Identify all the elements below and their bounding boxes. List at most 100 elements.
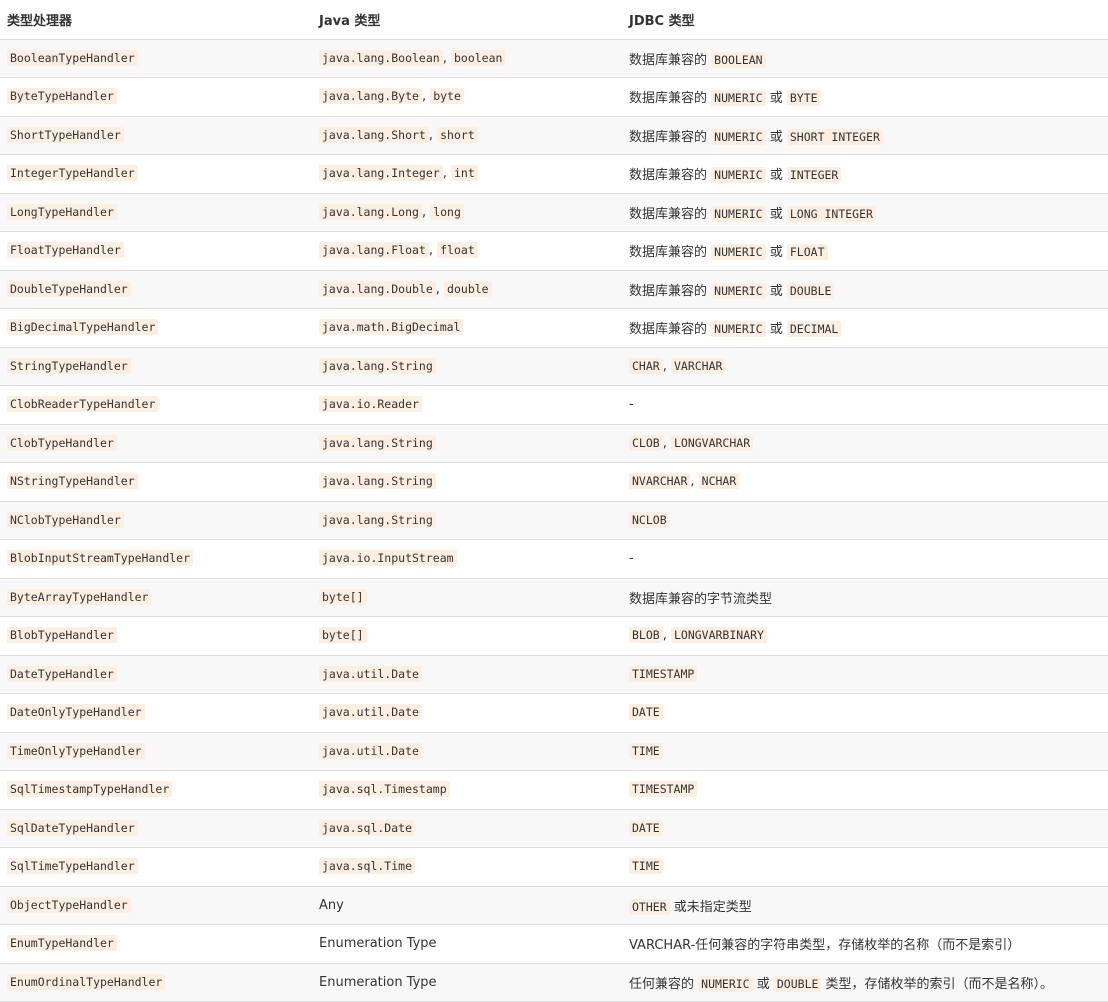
type-text: 或 xyxy=(765,168,787,184)
cell-type-handler: EnumTypeHandler xyxy=(0,924,311,964)
type-code: INTEGER xyxy=(786,167,842,184)
type-code: DATE xyxy=(629,704,663,721)
type-code: java.lang.String xyxy=(319,473,436,490)
type-text: 数据库兼容的 xyxy=(629,52,712,68)
type-text: 或未指定类型 xyxy=(669,899,752,915)
type-code: java.lang.Float xyxy=(319,242,429,259)
cell-java-type: java.io.InputStream xyxy=(311,539,621,579)
type-code: java.math.BigDecimal xyxy=(319,319,464,336)
cell-type-handler: BlobTypeHandler xyxy=(0,616,311,656)
table-row: ByteArrayTypeHandler byte[] 数据库兼容的字节流类型 xyxy=(0,578,1108,617)
cell-java-type: java.lang.String xyxy=(311,347,621,386)
cell-type-handler: IntegerTypeHandler xyxy=(0,154,311,194)
cell-jdbc-type: TIMESTAMP xyxy=(621,655,1108,694)
cell-java-type: java.lang.Double, double xyxy=(311,270,621,309)
cell-jdbc-type: 数据库兼容的 NUMERIC 或 DOUBLE xyxy=(621,270,1108,309)
type-text: - xyxy=(629,551,634,567)
cell-jdbc-type: 数据库兼容的字节流类型 xyxy=(621,578,1108,617)
type-code: BLOB xyxy=(629,627,663,644)
cell-type-handler: DateTypeHandler xyxy=(0,655,311,694)
type-code: LONGVARBINARY xyxy=(670,627,767,644)
type-code: CHAR xyxy=(629,357,663,374)
table-row: IntegerTypeHandler java.lang.Integer, int… xyxy=(0,154,1108,194)
cell-jdbc-type: BLOB, LONGVARBINARY xyxy=(621,616,1108,656)
handler-code: EnumOrdinalTypeHandler xyxy=(7,973,166,990)
type-code: TIMESTAMP xyxy=(629,781,698,798)
type-code: NUMERIC xyxy=(698,975,753,992)
cell-java-type: byte[] xyxy=(311,578,621,617)
type-text: , xyxy=(442,166,451,182)
cell-type-handler: FloatTypeHandler xyxy=(0,231,311,271)
cell-type-handler: SqlDateTypeHandler xyxy=(0,809,311,848)
cell-jdbc-type: 数据库兼容的 NUMERIC 或 SHORT INTEGER xyxy=(621,116,1108,155)
table-row: ByteTypeHandler java.lang.Byte, byte 数据库兼容… xyxy=(0,77,1108,117)
handler-code: DateTypeHandler xyxy=(7,665,117,682)
type-code: NUMERIC xyxy=(711,321,766,338)
type-code: NVARCHAR xyxy=(629,473,691,490)
cell-jdbc-type: 数据库兼容的 BOOLEAN xyxy=(621,39,1108,78)
type-code: java.lang.String xyxy=(319,511,436,528)
table-row: BlobInputStreamTypeHandler java.io.InputS… xyxy=(0,539,1108,579)
cell-type-handler: ClobReaderTypeHandler xyxy=(0,385,311,425)
cell-type-handler: DoubleTypeHandler xyxy=(0,270,311,309)
type-code: NUMERIC xyxy=(711,90,766,107)
table-row: ObjectTypeHandler Any OTHER 或未指定类型 xyxy=(0,886,1108,925)
type-text: 任何兼容的 xyxy=(629,976,699,992)
type-text: 或 xyxy=(765,245,787,261)
type-code: java.util.Date xyxy=(319,704,422,721)
cell-jdbc-type: 数据库兼容的 NUMERIC 或 INTEGER xyxy=(621,154,1108,194)
type-code: byte[] xyxy=(319,588,367,605)
cell-type-handler: SqlTimestampTypeHandler xyxy=(0,770,311,810)
handler-code: ObjectTypeHandler xyxy=(7,896,131,913)
table-row: StringTypeHandler java.lang.String CHAR, V… xyxy=(0,347,1108,386)
type-code: float xyxy=(437,242,478,259)
cell-type-handler: BigDecimalTypeHandler xyxy=(0,308,311,348)
type-code: byte xyxy=(430,88,464,105)
cell-jdbc-type: TIME xyxy=(621,732,1108,771)
type-code: NUMERIC xyxy=(711,205,766,222)
type-code: java.lang.String xyxy=(319,357,436,374)
cell-java-type: Any xyxy=(311,886,621,925)
table-row: EnumTypeHandler Enumeration Type VARCHAR-任… xyxy=(0,924,1108,964)
type-text: , xyxy=(428,243,438,259)
cell-type-handler: LongTypeHandler xyxy=(0,193,311,232)
cell-java-type: java.lang.Float, float xyxy=(311,231,621,271)
cell-type-handler: StringTypeHandler xyxy=(0,347,311,386)
type-code: SHORT INTEGER xyxy=(786,128,883,145)
handler-code: StringTypeHandler xyxy=(7,357,131,374)
table-row: TimeOnlyTypeHandler java.util.Date TIME xyxy=(0,732,1108,771)
cell-jdbc-type: CLOB, LONGVARCHAR xyxy=(621,424,1108,463)
table-row: ClobTypeHandler java.lang.String CLOB, LON… xyxy=(0,424,1108,463)
type-code: java.lang.Double xyxy=(319,280,436,297)
type-text: 数据库兼容的 xyxy=(629,91,712,107)
type-code: java.sql.Date xyxy=(319,819,416,836)
handler-code: TimeOnlyTypeHandler xyxy=(7,742,145,759)
cell-java-type: java.util.Date xyxy=(311,732,621,771)
cell-java-type: java.lang.Long, long xyxy=(311,193,621,232)
type-text: 数据库兼容的字节流类型 xyxy=(629,591,773,607)
cell-java-type: java.lang.String xyxy=(311,462,621,502)
handler-code: BooleanTypeHandler xyxy=(7,49,138,66)
type-code: java.util.Date xyxy=(319,742,422,759)
cell-java-type: Enumeration Type xyxy=(311,963,621,1002)
cell-type-handler: DateOnlyTypeHandler xyxy=(0,693,311,733)
type-code: java.lang.String xyxy=(319,434,436,451)
type-code: java.util.Date xyxy=(319,665,422,682)
handler-code: IntegerTypeHandler xyxy=(7,165,138,182)
handler-code: NClobTypeHandler xyxy=(7,511,124,528)
type-code: LONG INTEGER xyxy=(786,205,876,222)
cell-jdbc-type: DATE xyxy=(621,693,1108,733)
handler-code: ByteTypeHandler xyxy=(7,88,117,105)
handler-code: FloatTypeHandler xyxy=(7,242,124,259)
handler-code: ShortTypeHandler xyxy=(7,126,124,143)
type-code: TIME xyxy=(629,858,663,875)
type-code: TIMESTAMP xyxy=(629,665,698,682)
type-text: VARCHAR-任何兼容的字符串类型，存储枚举的名称（而不是索引） xyxy=(629,938,1021,954)
type-text: - xyxy=(629,397,634,413)
type-code: DATE xyxy=(629,819,663,836)
cell-jdbc-type: 数据库兼容的 NUMERIC 或 LONG INTEGER xyxy=(621,193,1108,232)
table-row: LongTypeHandler java.lang.Long, long 数据库兼容… xyxy=(0,193,1108,232)
table-row: FloatTypeHandler java.lang.Float, float 数据… xyxy=(0,231,1108,271)
handler-code: ClobTypeHandler xyxy=(7,434,117,451)
table-row: DoubleTypeHandler java.lang.Double, doubl… xyxy=(0,270,1108,309)
